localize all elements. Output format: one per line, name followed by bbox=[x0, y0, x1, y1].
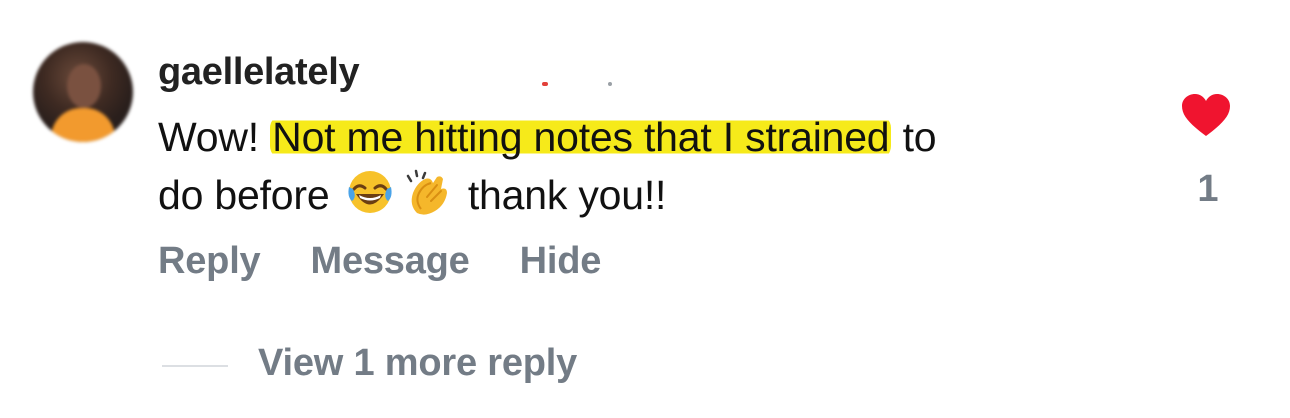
comment-text-continuation: to bbox=[891, 114, 937, 160]
decorative-mark bbox=[542, 82, 548, 86]
heart-icon[interactable] bbox=[1180, 92, 1232, 138]
comment-text-line2: do before bbox=[158, 172, 330, 218]
avatar[interactable] bbox=[33, 42, 133, 142]
view-more-replies-button[interactable]: View 1 more reply bbox=[258, 342, 577, 385]
replies-divider bbox=[162, 365, 228, 367]
hide-button[interactable]: Hide bbox=[520, 240, 602, 283]
comment-text-end: thank you!! bbox=[456, 172, 667, 218]
comment-actions: Reply Message Hide bbox=[158, 240, 601, 283]
comment-text: Wow! Not me hitting notes that I straine… bbox=[158, 108, 1138, 224]
comment-text-start: Wow! bbox=[158, 114, 271, 160]
decorative-mark bbox=[608, 82, 612, 86]
avatar-shirt bbox=[51, 108, 115, 142]
comment-highlighted-text: Not me hitting notes that I strained bbox=[270, 114, 892, 160]
clapping-hands-icon bbox=[403, 167, 453, 217]
like-count: 1 bbox=[1197, 168, 1219, 210]
face-with-tears-of-joy-icon bbox=[345, 167, 395, 217]
message-button[interactable]: Message bbox=[310, 240, 469, 283]
reply-button[interactable]: Reply bbox=[158, 240, 261, 283]
avatar-face bbox=[67, 64, 101, 108]
comment-username[interactable]: gaellelately bbox=[158, 50, 360, 94]
